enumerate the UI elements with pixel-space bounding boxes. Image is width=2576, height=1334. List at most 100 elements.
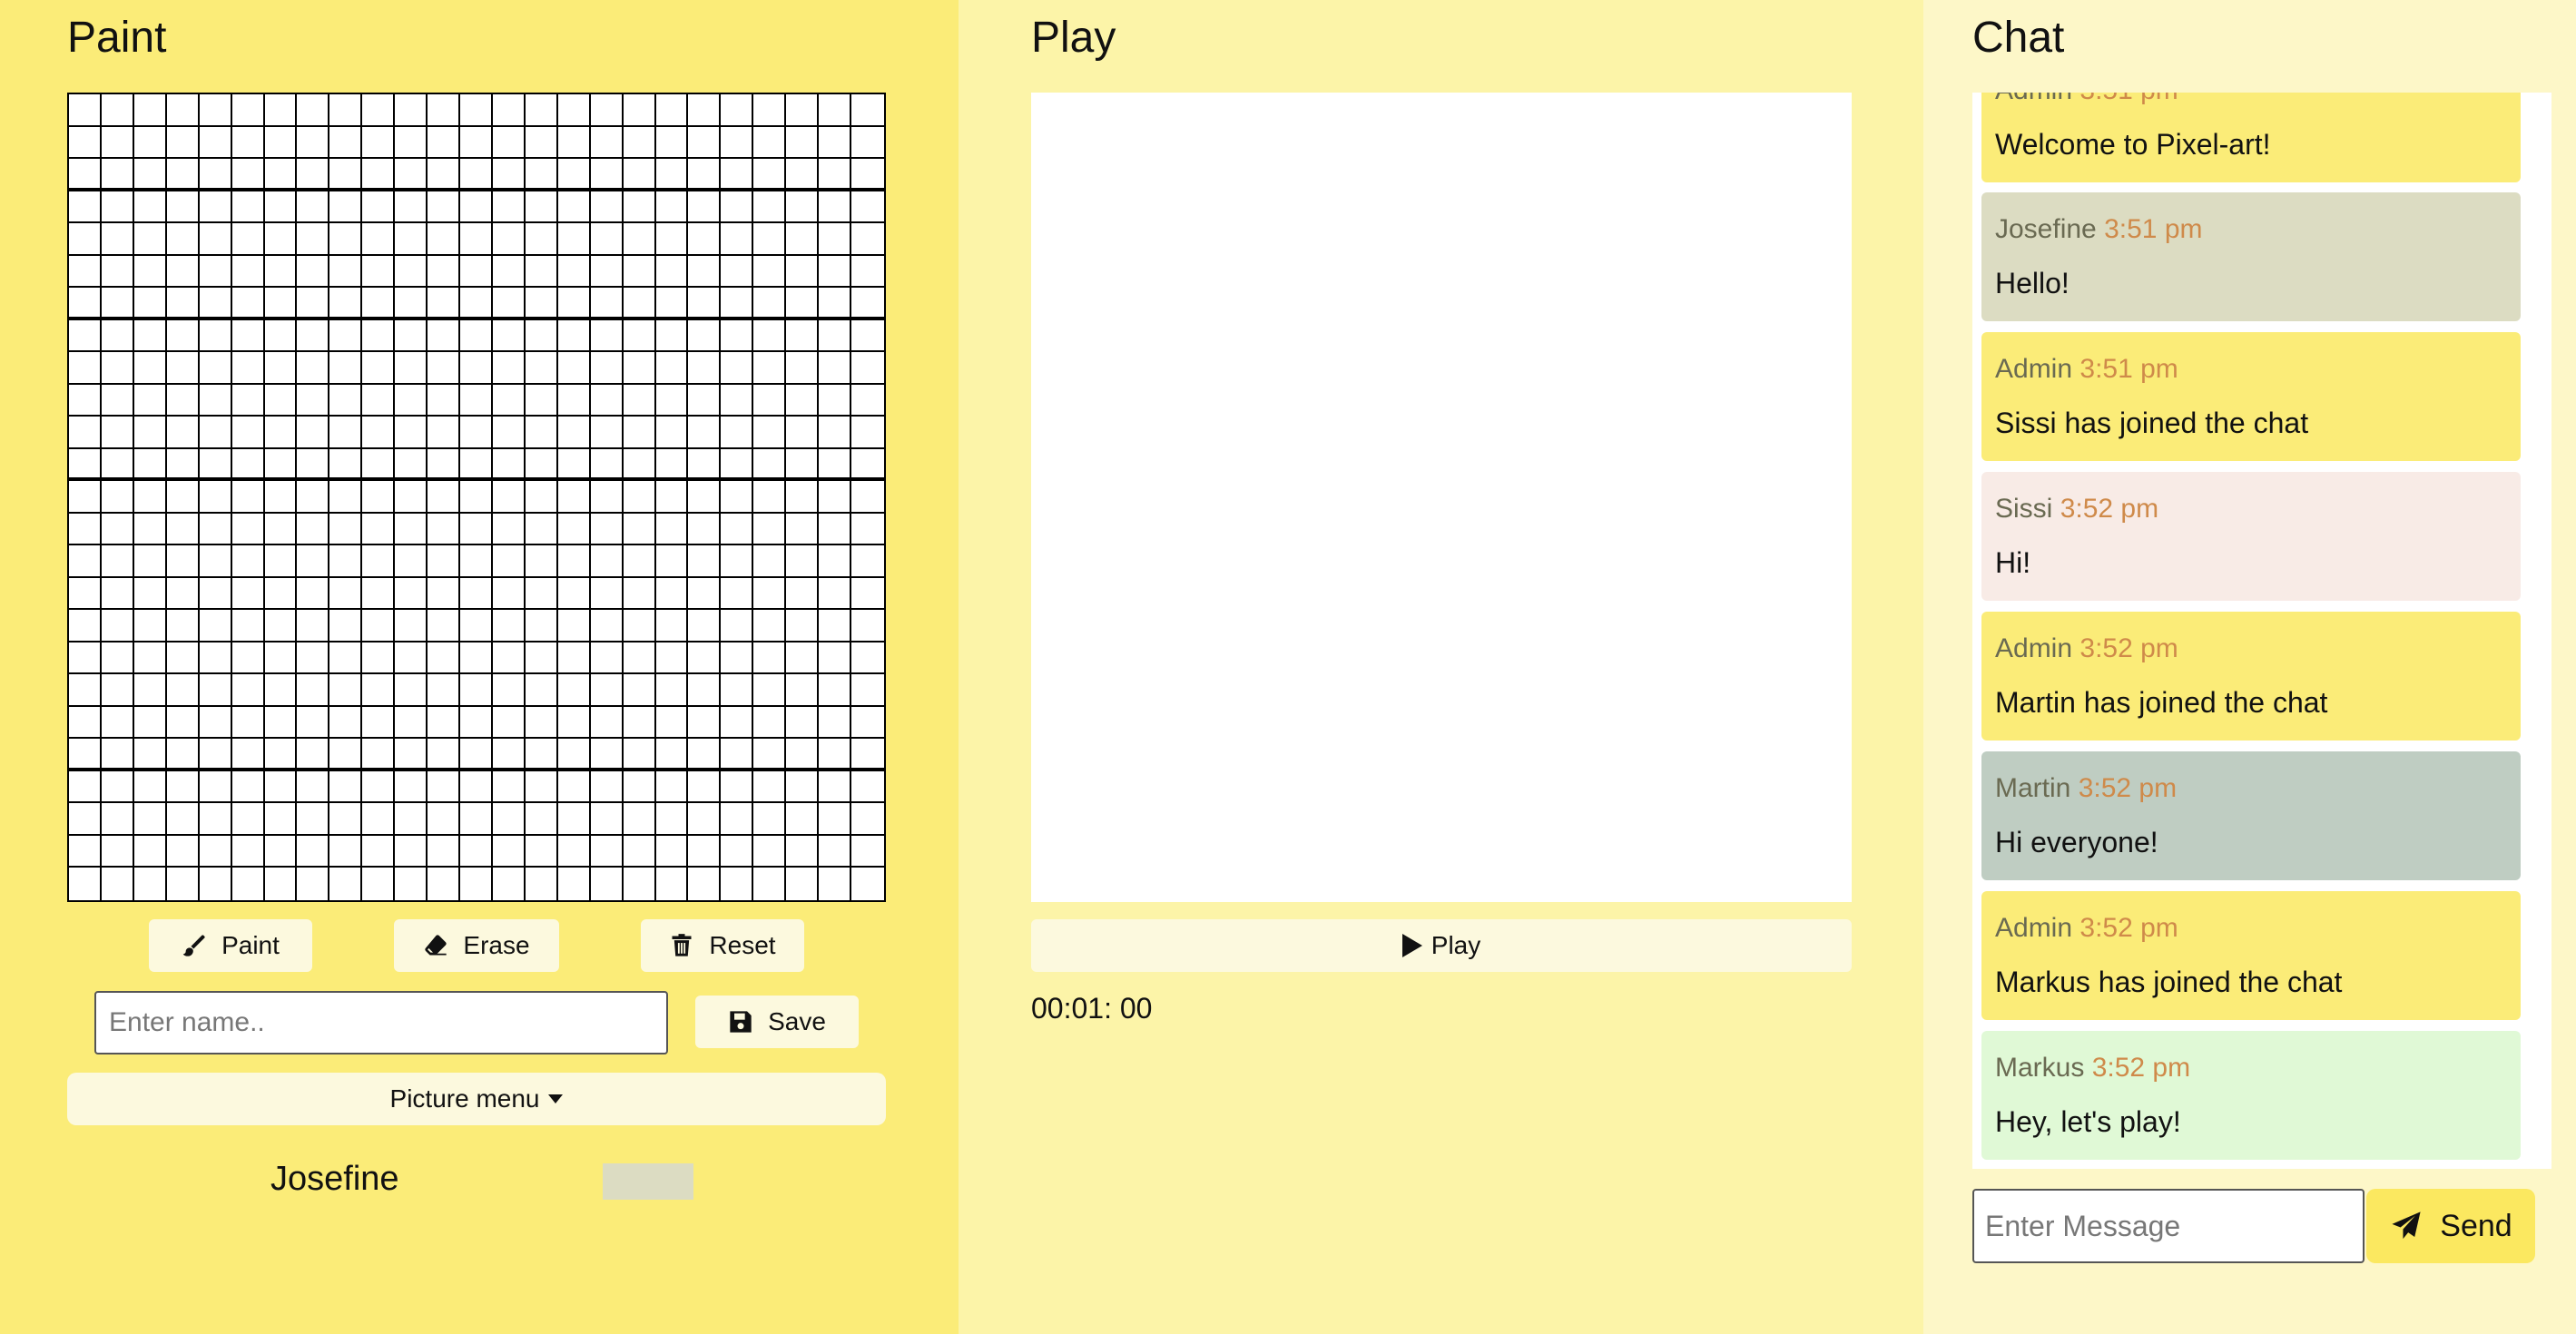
pixel-cell[interactable]: [428, 835, 461, 868]
pixel-cell[interactable]: [69, 448, 102, 482]
pixel-cell[interactable]: [362, 577, 396, 611]
pixel-cell[interactable]: [69, 835, 102, 868]
pixel-cell[interactable]: [786, 352, 820, 385]
pixel-cell[interactable]: [786, 739, 820, 771]
pixel-cell[interactable]: [460, 255, 493, 289]
pixel-cell[interactable]: [133, 94, 167, 127]
pixel-cell[interactable]: [101, 739, 134, 771]
pixel-cell[interactable]: [753, 706, 787, 740]
pixel-cell[interactable]: [231, 352, 265, 385]
pixel-cell[interactable]: [329, 288, 363, 320]
pixel-cell[interactable]: [101, 94, 134, 127]
pixel-cell[interactable]: [133, 126, 167, 160]
pixel-cell[interactable]: [329, 706, 363, 740]
pixel-cell[interactable]: [264, 803, 298, 836]
pixel-cell[interactable]: [101, 674, 134, 707]
pixel-cell[interactable]: [133, 835, 167, 868]
pixel-cell[interactable]: [101, 126, 134, 160]
pixel-cell[interactable]: [69, 384, 102, 417]
pixel-cell[interactable]: [786, 159, 820, 191]
pixel-cell[interactable]: [753, 739, 787, 771]
pixel-cell[interactable]: [753, 288, 787, 320]
pixel-cell[interactable]: [688, 739, 722, 771]
pixel-cell[interactable]: [428, 448, 461, 482]
pixel-cell[interactable]: [460, 739, 493, 771]
send-button[interactable]: Send: [2366, 1189, 2535, 1263]
pixel-cell[interactable]: [688, 513, 722, 546]
pixel-cell[interactable]: [395, 159, 428, 191]
pixel-cell[interactable]: [786, 513, 820, 546]
pixel-cell[interactable]: [69, 513, 102, 546]
pixel-cell[interactable]: [590, 674, 624, 707]
pixel-cell[interactable]: [166, 642, 200, 675]
pixel-cell[interactable]: [851, 706, 884, 740]
pixel-cell[interactable]: [623, 319, 656, 353]
pixel-cell[interactable]: [231, 191, 265, 224]
pixel-cell[interactable]: [623, 448, 656, 482]
pixel-cell[interactable]: [492, 223, 526, 256]
pixel-cell[interactable]: [395, 255, 428, 289]
pixel-cell[interactable]: [819, 610, 852, 642]
pixel-cell[interactable]: [688, 770, 722, 804]
pixel-cell[interactable]: [460, 706, 493, 740]
pixel-cell[interactable]: [166, 223, 200, 256]
pixel-cell[interactable]: [557, 448, 591, 482]
pixel-cell[interactable]: [655, 577, 689, 611]
pixel-cell[interactable]: [492, 577, 526, 611]
picture-menu-dropdown[interactable]: Picture menu: [67, 1073, 886, 1125]
pixel-cell[interactable]: [199, 739, 232, 771]
pixel-cell[interactable]: [297, 255, 330, 289]
pixel-cell[interactable]: [166, 835, 200, 868]
pixel-cell[interactable]: [819, 706, 852, 740]
pixel-cell[interactable]: [721, 803, 754, 836]
pixel-cell[interactable]: [460, 191, 493, 224]
pixel-cell[interactable]: [69, 610, 102, 642]
pixel-cell[interactable]: [623, 255, 656, 289]
pixel-cell[interactable]: [721, 352, 754, 385]
pixel-cell[interactable]: [492, 674, 526, 707]
pixel-cell[interactable]: [264, 610, 298, 642]
pixel-cell[interactable]: [264, 739, 298, 771]
pixel-cell[interactable]: [101, 384, 134, 417]
pixel-cell[interactable]: [492, 868, 526, 900]
pixel-cell[interactable]: [590, 770, 624, 804]
pixel-cell[interactable]: [329, 159, 363, 191]
pixel-cell[interactable]: [753, 835, 787, 868]
pixel-cell[interactable]: [753, 352, 787, 385]
pixel-cell[interactable]: [819, 94, 852, 127]
pixel-cell[interactable]: [492, 706, 526, 740]
pixel-cell[interactable]: [655, 159, 689, 191]
pixel-cell[interactable]: [362, 610, 396, 642]
pixel-cell[interactable]: [819, 868, 852, 900]
pixel-cell[interactable]: [557, 352, 591, 385]
pixel-cell[interactable]: [199, 642, 232, 675]
pixel-cell[interactable]: [428, 513, 461, 546]
pixel-cell[interactable]: [590, 288, 624, 320]
pixel-cell[interactable]: [721, 674, 754, 707]
pixel-cell[interactable]: [69, 223, 102, 256]
pixel-cell[interactable]: [851, 384, 884, 417]
pixel-cell[interactable]: [623, 610, 656, 642]
pixel-cell[interactable]: [557, 159, 591, 191]
pixel-cell[interactable]: [655, 545, 689, 578]
pixel-cell[interactable]: [101, 481, 134, 514]
pixel-cell[interactable]: [721, 481, 754, 514]
pixel-cell[interactable]: [721, 448, 754, 482]
pixel-cell[interactable]: [69, 481, 102, 514]
pixel-cell[interactable]: [329, 126, 363, 160]
pixel-cell[interactable]: [428, 159, 461, 191]
pixel-cell[interactable]: [851, 417, 884, 449]
pixel-cell[interactable]: [166, 868, 200, 900]
pixel-cell[interactable]: [753, 481, 787, 514]
pixel-cell[interactable]: [395, 545, 428, 578]
pixel-cell[interactable]: [590, 739, 624, 771]
pixel-cell[interactable]: [721, 770, 754, 804]
pixel-cell[interactable]: [460, 448, 493, 482]
pixel-cell[interactable]: [721, 94, 754, 127]
reset-button[interactable]: Reset: [641, 919, 804, 972]
pixel-cell[interactable]: [199, 288, 232, 320]
pixel-cell[interactable]: [851, 577, 884, 611]
pixel-cell[interactable]: [166, 288, 200, 320]
pixel-cell[interactable]: [525, 674, 558, 707]
pixel-cell[interactable]: [264, 448, 298, 482]
